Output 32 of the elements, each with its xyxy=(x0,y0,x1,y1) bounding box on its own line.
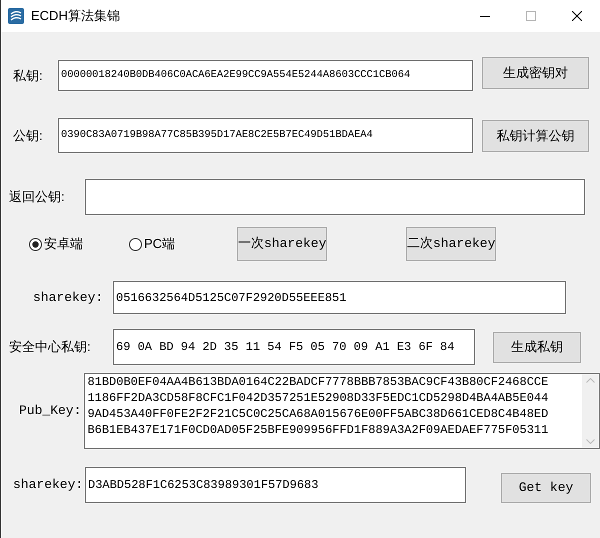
action-button[interactable]: 生成密钥对 xyxy=(482,56,589,88)
field-label: 返回公钥: xyxy=(9,188,66,206)
scroll-down-icon[interactable] xyxy=(586,439,595,444)
field-label: 私钥: xyxy=(13,66,44,85)
field-label: Pub_Key: xyxy=(19,402,82,420)
close-icon xyxy=(572,11,582,21)
input-field[interactable]: D3ABD528F1C6253C83989301F57D9683 xyxy=(85,467,466,503)
maximize-icon xyxy=(526,11,536,21)
scroll-up-icon[interactable] xyxy=(586,378,595,383)
input-field[interactable]: 00000018240B0DB406C0ACA6EA2E99CC9A554E5244A8603CCC1CB064 xyxy=(58,60,473,91)
action-button[interactable]: 一次sharekey xyxy=(237,227,327,261)
action-button[interactable]: 二次sharekey xyxy=(406,227,496,261)
action-button[interactable]: 生成私钥 xyxy=(493,332,581,362)
app-icon xyxy=(7,7,25,25)
radio-button[interactable] xyxy=(29,238,42,250)
input-field[interactable] xyxy=(85,179,585,215)
input-field[interactable]: 0516632564D5125C07F2920D55EEE851 xyxy=(113,281,566,314)
radio-option[interactable]: PC端 xyxy=(129,234,237,254)
pub-key-text: 81BD0B0EF04AA4B613BDA0164C22BADCF7778BBB7853BAC9CF43B80CF2468CCE1186FF2DA3CD58F8CFC1F042D357251E52908D33F5EDC1CD5298D4BA4AB5E0449AD453A40FF0FE2F2F21C5C0C25CA68A015676E00FF5ABC38D661CED8C4B48EDB6B1EB437E171F0CD0AD05F25BFE909956FFD1F889A3A2F09AEDAEF775F05311 xyxy=(87,374,550,439)
field-label: sharekey: xyxy=(33,288,104,307)
window-title: ECDH算法集锦 xyxy=(31,7,120,26)
text-area[interactable] xyxy=(84,373,600,449)
radio-button[interactable] xyxy=(129,238,142,250)
action-button[interactable]: Get key xyxy=(501,473,591,503)
field-label: 公钥: xyxy=(13,126,44,145)
input-field[interactable]: 0390C83A0719B98A77C85B395D17AE8C2E5B7EC49D51BDAEA4 xyxy=(58,118,473,153)
action-button[interactable]: 私钥计算公钥 xyxy=(482,120,589,152)
radio-option[interactable]: 安卓端 xyxy=(29,234,129,254)
field-label: sharekey: xyxy=(13,476,84,494)
scrollbar[interactable] xyxy=(582,374,599,448)
field-label: 安全中心私钥: xyxy=(9,338,92,356)
input-field[interactable]: 69 0A BD 94 2D 35 11 54 F5 05 70 09 A1 E3 6F 84 xyxy=(113,329,475,365)
